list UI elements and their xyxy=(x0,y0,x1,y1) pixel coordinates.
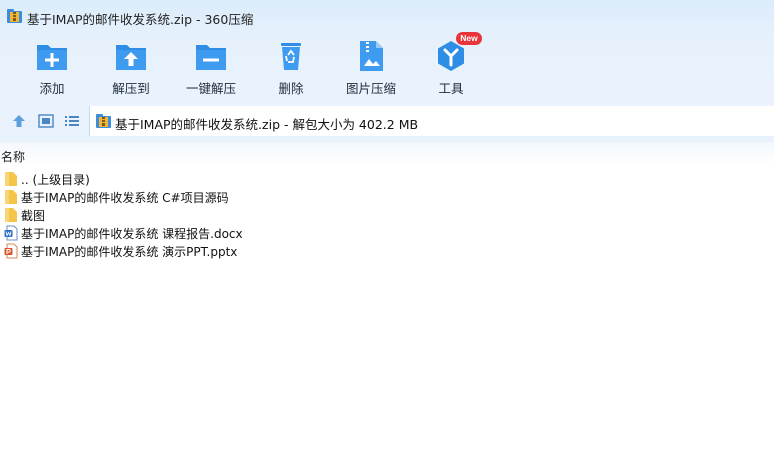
column-name-label: 名称 xyxy=(1,150,26,164)
list-item-screenshots-folder[interactable]: 截图 xyxy=(0,206,400,224)
folder-icon xyxy=(5,208,17,222)
window-title: 基于IMAP的邮件收发系统.zip - 360压缩 xyxy=(27,12,254,27)
main-toolbar: 添加 解压到 一键解压 删除 图片压缩 New 工具 xyxy=(0,32,774,98)
address-text: 基于IMAP的邮件收发系统.zip - 解包大小为 402.2 MB xyxy=(115,117,419,132)
word-document-icon xyxy=(4,225,18,241)
folder-icon xyxy=(5,172,17,186)
address-bar[interactable]: 基于IMAP的邮件收发系统.zip - 解包大小为 402.2 MB xyxy=(89,106,774,136)
arrow-up-icon[interactable] xyxy=(10,112,28,130)
extract-to-label: 解压到 xyxy=(112,81,150,96)
list-item-parent-dir[interactable]: .. (上级目录) xyxy=(0,170,400,188)
add-label: 添加 xyxy=(39,81,65,96)
folder-icon xyxy=(5,190,17,204)
list-item-name: 基于IMAP的邮件收发系统 演示PPT.pptx xyxy=(21,245,238,259)
one-click-extract-label: 一键解压 xyxy=(185,81,236,96)
new-badge: New xyxy=(456,32,482,45)
delete-button[interactable]: 删除 xyxy=(251,36,331,96)
tools-label: 工具 xyxy=(438,81,464,96)
zip-archive-icon xyxy=(96,114,111,128)
title-bar: 基于IMAP的邮件收发系统.zip - 360压缩 xyxy=(0,0,774,32)
powerpoint-document-icon xyxy=(4,243,18,259)
image-compress-button[interactable]: 图片压缩 xyxy=(331,36,411,96)
zip-archive-icon xyxy=(7,9,22,23)
one-click-extract-button[interactable]: 一键解压 xyxy=(171,36,251,96)
thumbnail-view-icon[interactable] xyxy=(37,112,55,130)
list-item-name: 基于IMAP的邮件收发系统 课程报告.docx xyxy=(21,227,243,241)
list-item-report-docx[interactable]: 基于IMAP的邮件收发系统 课程报告.docx xyxy=(0,224,400,242)
list-item-source-folder[interactable]: 基于IMAP的邮件收发系统 C#项目源码 xyxy=(0,188,400,206)
tools-button[interactable]: New 工具 xyxy=(411,32,491,96)
image-compress-icon xyxy=(360,41,383,71)
list-view-icon[interactable] xyxy=(63,112,81,130)
list-item-presentation-pptx[interactable]: 基于IMAP的邮件收发系统 演示PPT.pptx xyxy=(0,242,400,260)
add-button[interactable]: 添加 xyxy=(12,36,92,96)
image-compress-label: 图片压缩 xyxy=(345,81,396,96)
top-panel: 基于IMAP的邮件收发系统.zip - 360压缩 添加 解压到 一键解压 删除… xyxy=(0,0,774,142)
list-item-name: .. (上级目录) xyxy=(21,173,90,187)
recycle-bin-icon xyxy=(281,43,301,70)
one-click-extract-icon xyxy=(196,45,226,70)
column-header-name[interactable]: 名称 xyxy=(0,142,774,166)
extract-to-folder-icon xyxy=(116,45,146,70)
list-item-name: 基于IMAP的邮件收发系统 C#项目源码 xyxy=(21,191,229,205)
add-folder-icon xyxy=(37,45,67,70)
extract-to-button[interactable]: 解压到 xyxy=(91,36,171,96)
list-item-name: 截图 xyxy=(21,209,46,223)
delete-label: 删除 xyxy=(278,81,304,96)
